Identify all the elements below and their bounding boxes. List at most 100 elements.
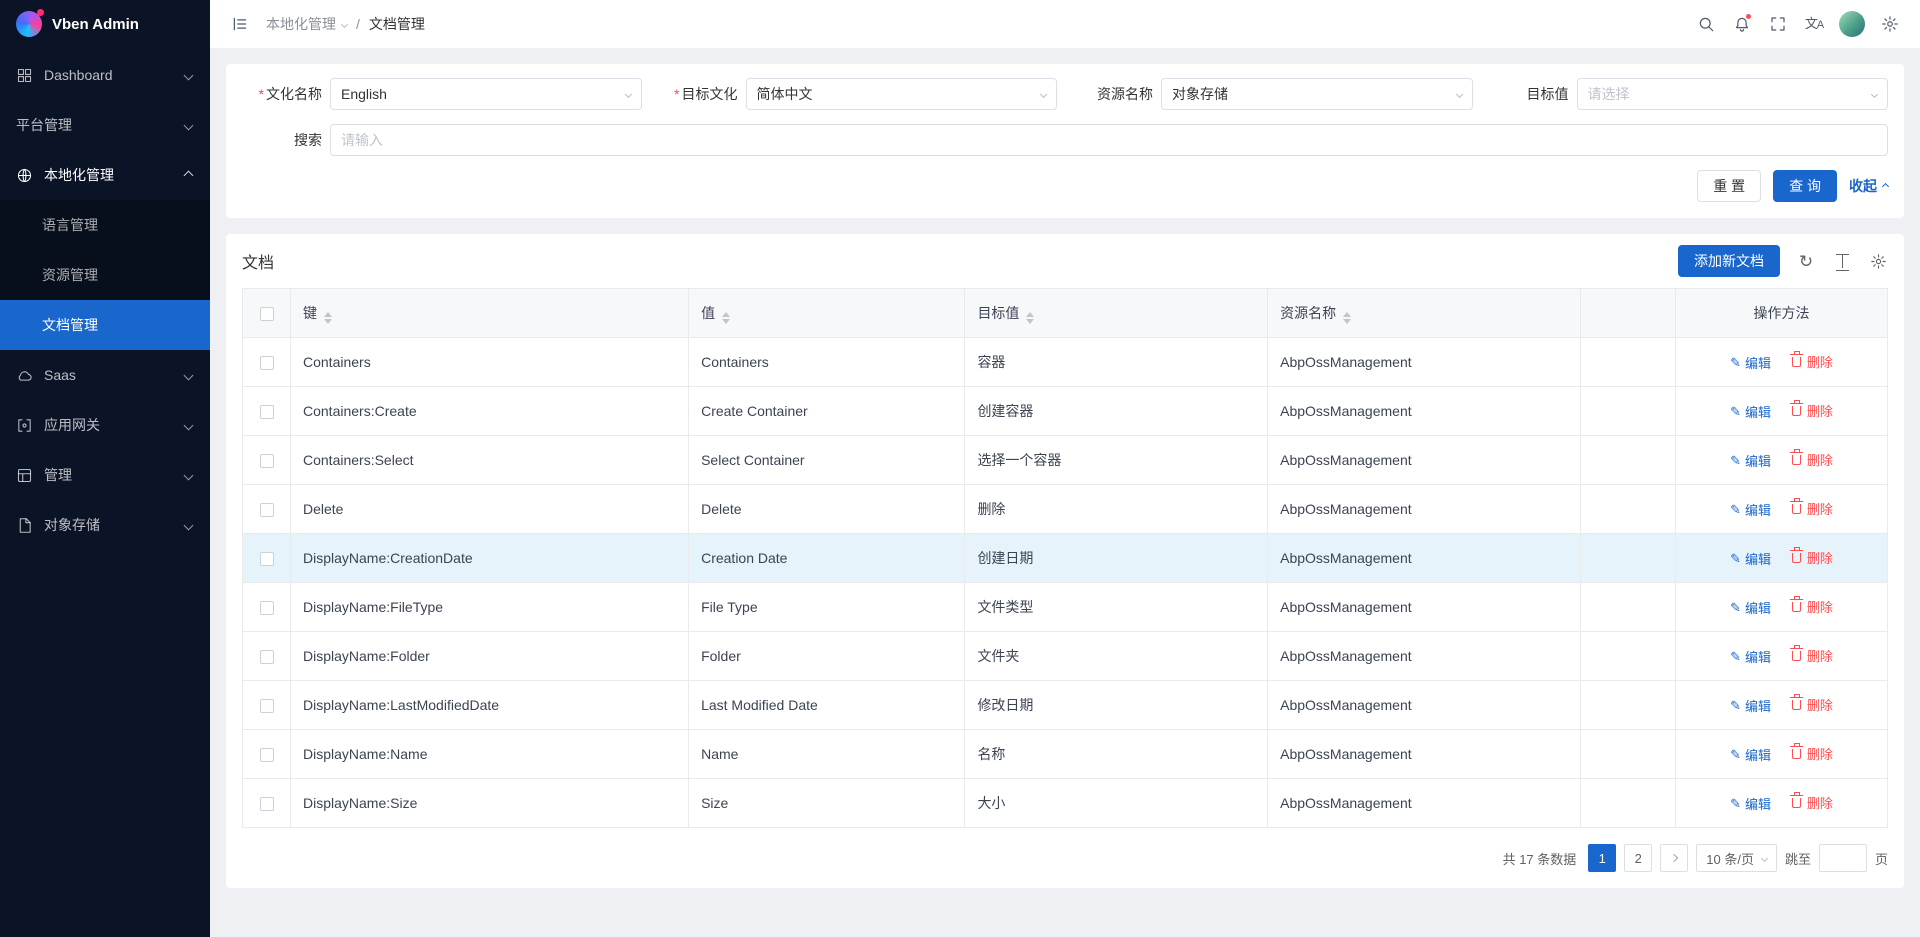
edit-icon: ✎: [1730, 454, 1741, 467]
filter-actions: 重 置 查 询 收起: [242, 170, 1888, 202]
cell-target: 名称: [965, 730, 1268, 779]
sort-icon: [1343, 312, 1351, 324]
refresh-icon[interactable]: ↻: [1796, 251, 1816, 271]
delete-link[interactable]: 删除: [1791, 695, 1833, 714]
edit-link[interactable]: ✎编辑: [1730, 402, 1771, 421]
target-value-select[interactable]: 请选择: [1577, 78, 1889, 110]
edit-link[interactable]: ✎编辑: [1730, 745, 1771, 764]
row-height-icon[interactable]: [1832, 251, 1852, 271]
edit-icon: ✎: [1730, 601, 1741, 614]
edit-link[interactable]: ✎编辑: [1730, 794, 1771, 813]
settings-gear-icon[interactable]: [1874, 8, 1906, 40]
column-header-target[interactable]: 目标值: [965, 289, 1268, 338]
delete-icon: [1792, 455, 1801, 465]
target-culture-select[interactable]: 简体中文: [746, 78, 1058, 110]
select-all-checkbox[interactable]: [260, 307, 274, 321]
grid-settings-icon[interactable]: [1868, 251, 1888, 271]
culture-name-select[interactable]: English: [330, 78, 642, 110]
sidebar-item-management[interactable]: 管理: [0, 450, 210, 500]
next-page-button[interactable]: [1660, 844, 1688, 872]
row-checkbox[interactable]: [260, 503, 274, 517]
sidebar-item-resource-management[interactable]: 资源管理: [0, 250, 210, 300]
edit-icon: ✎: [1730, 797, 1741, 810]
column-header-value[interactable]: 值: [689, 289, 965, 338]
sidebar-item-object-storage[interactable]: 对象存储: [0, 500, 210, 550]
cell-resource: AbpOssManagement: [1268, 338, 1581, 387]
row-checkbox[interactable]: [260, 356, 274, 370]
cell-value: File Type: [689, 583, 965, 632]
delete-link[interactable]: 删除: [1791, 744, 1833, 763]
row-checkbox[interactable]: [260, 405, 274, 419]
delete-link[interactable]: 删除: [1791, 401, 1833, 420]
chevron-down-icon: [1040, 90, 1047, 97]
page-size-select[interactable]: 10 条/页: [1696, 844, 1777, 872]
query-button[interactable]: 查 询: [1773, 170, 1837, 202]
column-header-key[interactable]: 键: [291, 289, 689, 338]
breadcrumb-separator: /: [356, 16, 360, 32]
fullscreen-icon[interactable]: [1762, 8, 1794, 40]
edit-link[interactable]: ✎编辑: [1730, 353, 1771, 372]
edit-link[interactable]: ✎编辑: [1730, 500, 1771, 519]
row-checkbox[interactable]: [260, 699, 274, 713]
page-button-2[interactable]: 2: [1624, 844, 1652, 872]
search-icon[interactable]: [1690, 8, 1722, 40]
field-search: 搜索: [242, 124, 1888, 156]
delete-link[interactable]: 删除: [1791, 499, 1833, 518]
collapse-link[interactable]: 收起: [1849, 176, 1888, 196]
chevron-down-icon: [341, 20, 348, 27]
table-row: DisplayName:Size Size 大小 AbpOssManagemen…: [243, 779, 1888, 828]
resource-name-select[interactable]: 对象存储: [1161, 78, 1473, 110]
edit-link[interactable]: ✎编辑: [1730, 647, 1771, 666]
sort-icon: [1026, 312, 1034, 324]
chevron-down-icon: [184, 520, 194, 530]
cell-value: Select Container: [689, 436, 965, 485]
row-checkbox[interactable]: [260, 601, 274, 615]
delete-link[interactable]: 删除: [1791, 793, 1833, 812]
sidebar-item-gateway[interactable]: 应用网关: [0, 400, 210, 450]
sidebar-item-localization[interactable]: 本地化管理: [0, 150, 210, 200]
edit-link[interactable]: ✎编辑: [1730, 598, 1771, 617]
table-row: DisplayName:Folder Folder 文件夹 AbpOssMana…: [243, 632, 1888, 681]
row-checkbox[interactable]: [260, 650, 274, 664]
grid-toolbar: 添加新文档 ↻: [1678, 245, 1888, 277]
menu-fold-icon[interactable]: [224, 8, 256, 40]
column-header-resource[interactable]: 资源名称: [1268, 289, 1581, 338]
page-button-1[interactable]: 1: [1588, 844, 1616, 872]
edit-link[interactable]: ✎编辑: [1730, 696, 1771, 715]
breadcrumb: 本地化管理 / 文档管理: [266, 14, 425, 34]
reset-button[interactable]: 重 置: [1697, 170, 1761, 202]
sidebar-item-platform[interactable]: 平台管理: [0, 100, 210, 150]
sidebar-item-document-management[interactable]: 文档管理: [0, 300, 210, 350]
cell-target: 创建日期: [965, 534, 1268, 583]
row-checkbox[interactable]: [260, 552, 274, 566]
delete-link[interactable]: 删除: [1791, 548, 1833, 567]
sidebar-item-saas[interactable]: Saas: [0, 350, 210, 400]
avatar[interactable]: [1839, 11, 1865, 37]
cell-target: 文件类型: [965, 583, 1268, 632]
row-checkbox[interactable]: [260, 454, 274, 468]
edit-link[interactable]: ✎编辑: [1730, 451, 1771, 470]
page-jump-input[interactable]: [1819, 844, 1867, 872]
logo[interactable]: Vben Admin: [0, 0, 210, 48]
delete-link[interactable]: 删除: [1791, 450, 1833, 469]
delete-link[interactable]: 删除: [1791, 646, 1833, 665]
sidebar-item-language-management[interactable]: 语言管理: [0, 200, 210, 250]
documents-table: 键 值 目标值 资源名称 操作方法 Containers Container: [242, 288, 1888, 828]
chevron-down-icon: [184, 470, 194, 480]
breadcrumb-parent[interactable]: 本地化管理: [266, 14, 347, 34]
delete-link[interactable]: 删除: [1791, 597, 1833, 616]
notification-icon[interactable]: [1726, 8, 1758, 40]
column-header-actions: 操作方法: [1676, 289, 1888, 338]
row-checkbox[interactable]: [260, 748, 274, 762]
field-target-value: 目标值 请选择: [1489, 78, 1889, 110]
translate-icon[interactable]: 文A: [1798, 8, 1830, 40]
search-input[interactable]: [330, 124, 1888, 156]
edit-link[interactable]: ✎编辑: [1730, 549, 1771, 568]
filter-form: *文化名称 English *目标文化 简体中文: [242, 78, 1888, 156]
row-checkbox[interactable]: [260, 797, 274, 811]
delete-icon: [1792, 602, 1801, 612]
delete-link[interactable]: 删除: [1791, 352, 1833, 371]
sidebar-item-dashboard[interactable]: Dashboard: [0, 50, 210, 100]
topbar: 本地化管理 / 文档管理 文A: [210, 0, 1920, 48]
add-document-button[interactable]: 添加新文档: [1678, 245, 1780, 277]
